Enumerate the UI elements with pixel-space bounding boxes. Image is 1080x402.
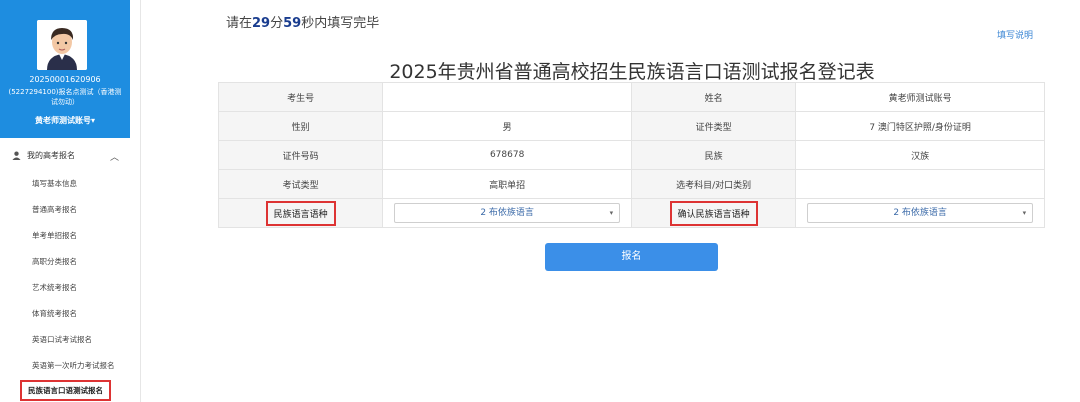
registration-form: 考生号 姓名 黄老师测试账号 性别 男 证件类型 7 澳门特区护照/身份证明 证…	[217, 82, 1045, 228]
label-ethnic-language-cell: 民族语言语种	[217, 198, 384, 228]
ethnic-language-select-value: 2 布依族语言	[480, 208, 534, 218]
chevron-down-icon: ▾	[90, 116, 95, 125]
label-id-type: 证件类型	[630, 111, 797, 141]
user-org: (5227294100)报名点测试（香港测试勿动）	[8, 88, 122, 106]
confirm-language-select[interactable]: 2 布依族语言 ▾	[807, 203, 1034, 223]
value-exam-no	[382, 82, 632, 112]
timer-seconds: 59	[283, 16, 302, 31]
label-subject: 选考科目/对口类别	[630, 169, 797, 199]
value-confirm-language-cell: 2 布依族语言 ▾	[795, 198, 1045, 228]
label-exam-type: 考试类型	[217, 169, 384, 199]
user-name: 黄老师测试账号	[34, 116, 91, 125]
value-ethnicity: 汉族	[795, 140, 1045, 170]
label-ethnic-language: 民族语言语种	[265, 200, 336, 226]
value-gender: 男	[382, 111, 632, 141]
value-name: 黄老师测试账号	[795, 82, 1045, 112]
sidebar-item-general-exam[interactable]: 普通高考报名	[32, 204, 77, 215]
sidebar-item-english-oral[interactable]: 英语口试考试报名	[32, 334, 92, 345]
confirm-language-select-value: 2 布依族语言	[893, 208, 947, 218]
submit-button[interactable]: 报名	[545, 243, 718, 271]
timer-min-unit: 分	[270, 16, 284, 31]
page-title: 2025年贵州省普通高校招生民族语言口语测试报名登记表	[389, 61, 875, 83]
timer-prefix: 请在	[226, 16, 253, 31]
table-row: 民族语言语种 2 布依族语言 ▾ 确认民族语言语种 2 布依族语言 ▾	[217, 198, 1045, 228]
sidebar: 20250001620906 (5227294100)报名点测试（香港测试勿动）…	[0, 0, 141, 402]
sidebar-item-vocational[interactable]: 高职分类报名	[32, 256, 77, 267]
timer-suffix: 秒内填写完毕	[301, 16, 380, 31]
value-id-number: 678678	[382, 140, 632, 170]
table-row: 证件号码 678678 民族 汉族	[217, 140, 1045, 170]
user-panel: 20250001620906 (5227294100)报名点测试（香港测试勿动）…	[0, 0, 130, 138]
label-confirm-language: 确认民族语言语种	[669, 200, 758, 226]
person-icon	[12, 151, 21, 160]
chevron-up-icon: ︿	[109, 153, 119, 163]
table-row: 性别 男 证件类型 7 澳门特区护照/身份证明	[217, 111, 1045, 141]
user-id: 20250001620906	[29, 75, 101, 84]
user-menu[interactable]: 黄老师测试账号▾	[0, 115, 130, 126]
chevron-down-icon: ▾	[1022, 209, 1027, 217]
chevron-down-icon: ▾	[609, 209, 614, 217]
label-id-number: 证件号码	[217, 140, 384, 170]
countdown-timer: 请在29分59秒内填写完毕	[226, 12, 379, 31]
sidebar-item-basic-info[interactable]: 填写基本信息	[32, 178, 77, 189]
value-id-type: 7 澳门特区护照/身份证明	[795, 111, 1045, 141]
sidebar-section-my-exam[interactable]: 我的高考报名 ︿	[12, 150, 127, 163]
ethnic-language-select[interactable]: 2 布依族语言 ▾	[394, 203, 621, 223]
value-exam-type: 高职单招	[382, 169, 632, 199]
sidebar-item-ethnic-language[interactable]: 民族语言口语测试报名	[20, 380, 111, 401]
timer-minutes: 29	[252, 16, 271, 31]
label-name: 姓名	[630, 82, 797, 112]
value-ethnic-language-cell: 2 布依族语言 ▾	[382, 198, 632, 228]
table-row: 考试类型 高职单招 选考科目/对口类别	[217, 169, 1045, 199]
value-subject	[795, 169, 1045, 199]
sidebar-section-label: 我的高考报名	[27, 151, 75, 160]
label-ethnicity: 民族	[630, 140, 797, 170]
label-exam-no: 考生号	[217, 82, 384, 112]
sidebar-item-sports[interactable]: 体育统考报名	[32, 308, 77, 319]
help-link[interactable]: 填写说明	[997, 28, 1033, 41]
label-confirm-language-cell: 确认民族语言语种	[630, 198, 797, 228]
avatar	[37, 20, 87, 70]
sidebar-item-art[interactable]: 艺术统考报名	[32, 282, 77, 293]
sidebar-item-single-exam[interactable]: 单考单招报名	[32, 230, 77, 241]
table-row: 考生号 姓名 黄老师测试账号	[217, 82, 1045, 112]
label-gender: 性别	[217, 111, 384, 141]
sidebar-item-english-listening[interactable]: 英语第一次听力考试报名	[32, 360, 115, 371]
